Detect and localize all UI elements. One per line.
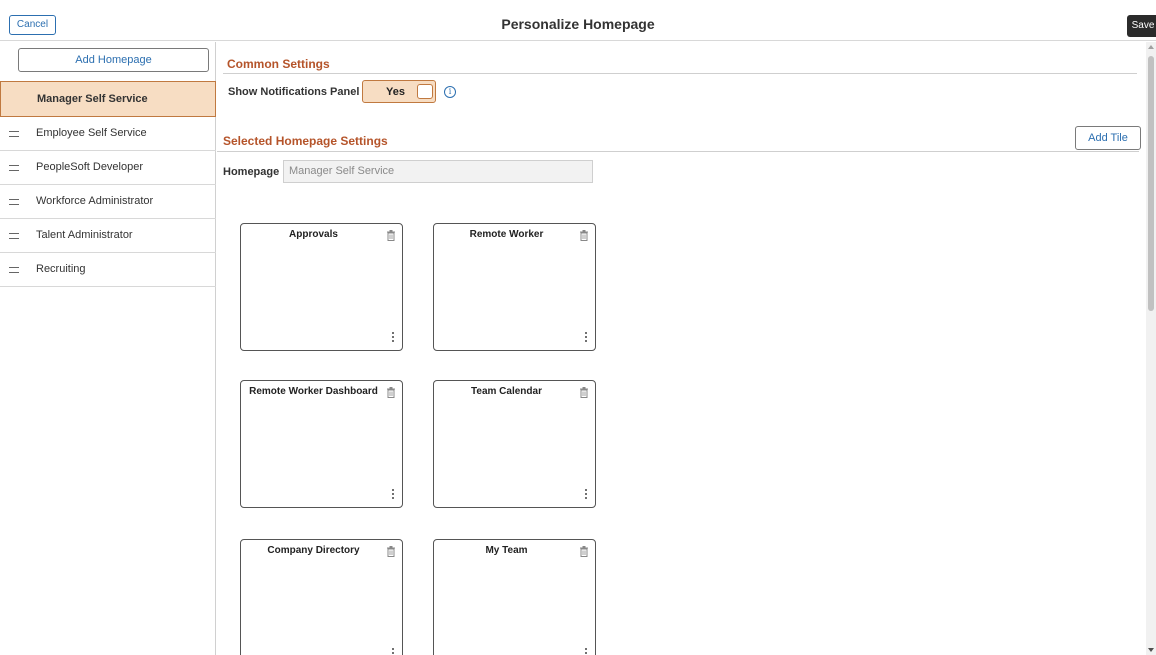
homepage-item-label: Talent Administrator: [36, 229, 133, 241]
homepage-item-workforce-administrator[interactable]: Workforce Administrator: [0, 185, 216, 219]
trash-icon[interactable]: [386, 546, 396, 557]
tile-team-calendar[interactable]: Team Calendar: [433, 380, 596, 508]
tile-remote-worker[interactable]: Remote Worker: [433, 223, 596, 351]
toggle-knob: [417, 84, 433, 99]
header-bar: Cancel Personalize Homepage Save: [0, 0, 1156, 41]
tile-title: Remote Worker: [469, 229, 544, 240]
scrollbar-thumb[interactable]: [1148, 56, 1154, 311]
drag-handle-icon[interactable]: [9, 199, 19, 205]
tile-title: My Team: [485, 545, 528, 556]
homepage-field-label: Homepage: [223, 166, 280, 178]
drag-handle-icon[interactable]: [9, 233, 19, 239]
more-options-icon[interactable]: [584, 648, 588, 655]
trash-icon[interactable]: [386, 387, 396, 398]
main-panel: Common Settings Show Notifications Panel…: [217, 42, 1145, 655]
selected-homepage-settings-heading: Selected Homepage Settings: [223, 134, 388, 148]
page-title: Personalize Homepage: [501, 16, 655, 32]
notifications-toggle[interactable]: Yes: [362, 80, 436, 103]
add-homepage-button[interactable]: Add Homepage: [18, 48, 209, 72]
scroll-up-arrow-icon[interactable]: [1148, 45, 1154, 49]
homepage-item-label: Recruiting: [36, 263, 86, 275]
trash-icon[interactable]: [579, 546, 589, 557]
tile-title: Company Directory: [267, 545, 360, 556]
homepage-item-label: Employee Self Service: [36, 127, 147, 139]
tile-title: Remote Worker Dashboard: [249, 386, 378, 397]
tile-approvals[interactable]: Approvals: [240, 223, 403, 351]
homepage-item-peoplesoft-developer[interactable]: PeopleSoft Developer: [0, 151, 216, 185]
trash-icon[interactable]: [579, 230, 589, 241]
tile-title: Approvals: [289, 229, 338, 240]
tile-remote-worker-dashboard[interactable]: Remote Worker Dashboard: [240, 380, 403, 508]
trash-icon[interactable]: [386, 230, 396, 241]
more-options-icon[interactable]: [391, 332, 395, 344]
more-options-icon[interactable]: [391, 648, 395, 655]
notifications-label: Show Notifications Panel: [228, 86, 360, 98]
homepage-item-label: PeopleSoft Developer: [36, 161, 144, 173]
section-divider: [217, 151, 1139, 152]
scroll-down-arrow-icon[interactable]: [1148, 648, 1154, 652]
homepage-list: Manager Self Service Employee Self Servi…: [0, 81, 216, 287]
homepage-item-label: Manager Self Service: [37, 93, 148, 105]
toggle-value: Yes: [386, 86, 405, 98]
homepage-item-employee-self-service[interactable]: Employee Self Service: [0, 117, 216, 151]
tile-title: Team Calendar: [471, 386, 542, 397]
vertical-scrollbar[interactable]: [1146, 42, 1156, 655]
homepage-name-field: Manager Self Service: [283, 160, 593, 183]
tile-my-team[interactable]: My Team: [433, 539, 596, 655]
save-button[interactable]: Save: [1127, 15, 1156, 37]
trash-icon[interactable]: [579, 387, 589, 398]
add-tile-button[interactable]: Add Tile: [1075, 126, 1141, 150]
drag-handle-icon[interactable]: [9, 165, 19, 171]
homepage-item-talent-administrator[interactable]: Talent Administrator: [0, 219, 216, 253]
homepage-item-recruiting[interactable]: Recruiting: [0, 253, 216, 287]
tile-company-directory[interactable]: Company Directory: [240, 539, 403, 655]
common-settings-heading: Common Settings: [227, 57, 330, 71]
homepage-item-label: Workforce Administrator: [36, 195, 154, 207]
info-icon[interactable]: i: [444, 86, 456, 98]
more-options-icon[interactable]: [584, 489, 588, 501]
more-options-icon[interactable]: [391, 489, 395, 501]
more-options-icon[interactable]: [584, 332, 588, 344]
homepage-item-manager-self-service[interactable]: Manager Self Service: [0, 81, 216, 117]
section-divider: [223, 73, 1137, 74]
drag-handle-icon[interactable]: [9, 267, 19, 273]
homepage-sidebar: Add Homepage Manager Self Service Employ…: [0, 42, 216, 655]
drag-handle-icon[interactable]: [9, 131, 19, 137]
